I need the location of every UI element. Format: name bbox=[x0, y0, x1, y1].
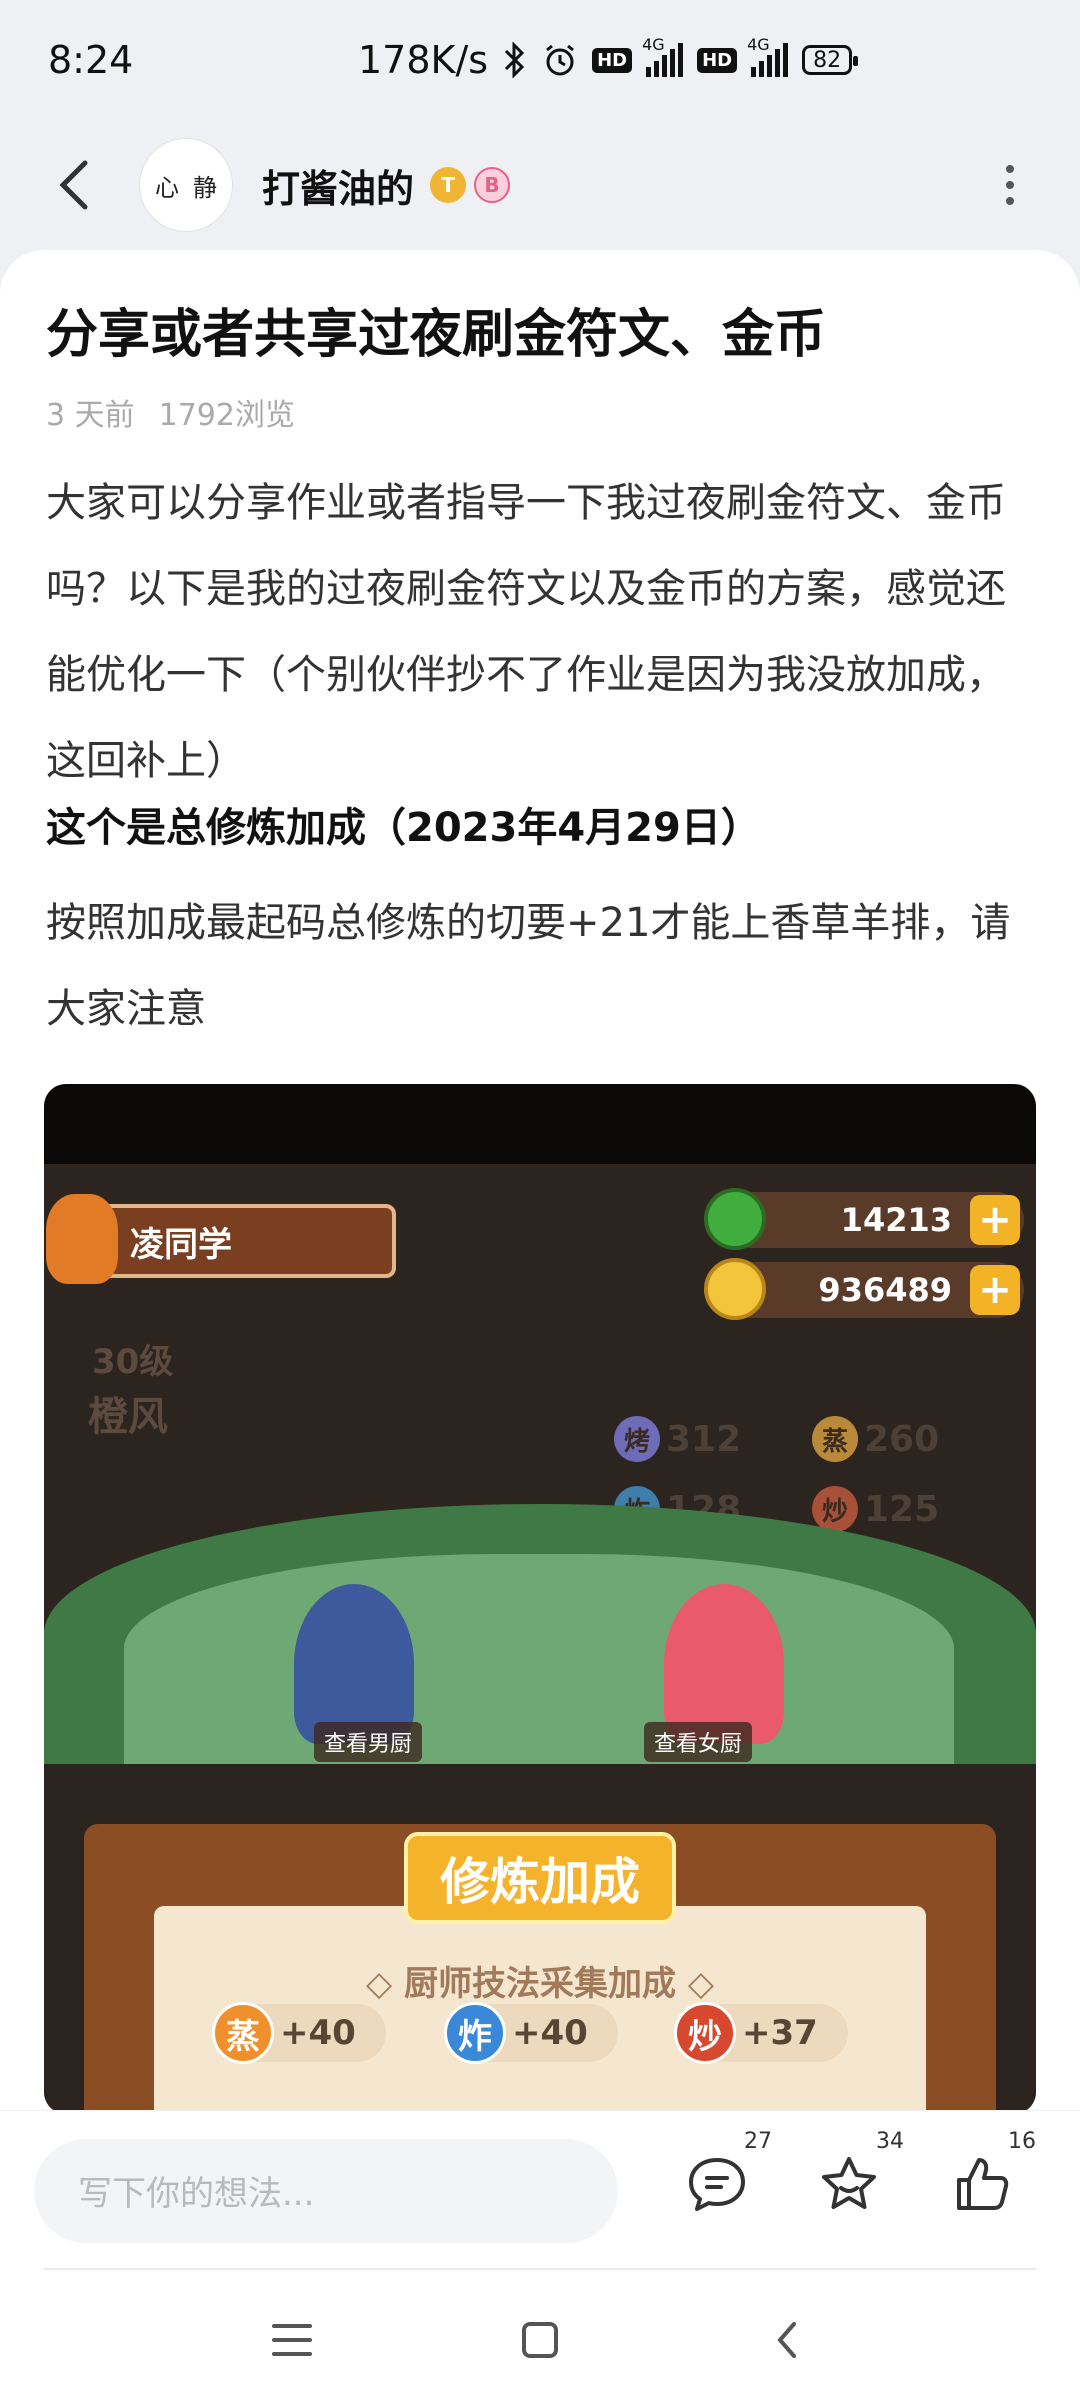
bonus-item: 炸 +40 bbox=[444, 2002, 618, 2064]
hd-badge-2: HD bbox=[697, 47, 738, 73]
back-nav-button[interactable] bbox=[748, 2300, 828, 2380]
level-badge-icon: T bbox=[430, 167, 467, 203]
male-chef-figure bbox=[294, 1584, 414, 1744]
jade-icon bbox=[704, 1188, 766, 1250]
alarm-icon bbox=[542, 42, 578, 78]
add-coin-icon: + bbox=[970, 1265, 1020, 1315]
post-image[interactable]: 凌同学 14213 + 936489 + 30级 橙风 烤 312 蒸 260 … bbox=[44, 1084, 1036, 2110]
char-level: 30级 bbox=[92, 1342, 174, 1382]
bonus-item: 炒 +37 bbox=[674, 2002, 848, 2064]
star-icon bbox=[822, 2157, 876, 2209]
chevron-left-icon bbox=[777, 2322, 796, 2358]
favorite-button[interactable]: 34 bbox=[804, 2129, 904, 2229]
title-badge-icon: B bbox=[474, 167, 511, 203]
coin-counter: 936489 + bbox=[704, 1258, 1024, 1320]
thumbs-up-icon bbox=[957, 2158, 1009, 2210]
signal-icon-2: 4G bbox=[747, 35, 789, 77]
hd-badge: HD bbox=[592, 47, 633, 73]
collect-title: ◇ 厨师技法采集加成 ◇ bbox=[366, 1964, 714, 2004]
more-options-button[interactable] bbox=[980, 150, 1040, 220]
female-chef-figure bbox=[664, 1584, 784, 1744]
fox-avatar-icon bbox=[46, 1194, 118, 1284]
player-name-tag: 凌同学 bbox=[46, 1194, 396, 1284]
skill-stat: 蒸 260 bbox=[812, 1416, 939, 1462]
battery-icon: 82 bbox=[802, 45, 859, 75]
comment-icon bbox=[689, 2158, 745, 2211]
comments-count: 27 bbox=[744, 2129, 772, 2154]
post-card: 分享或者共享过夜刷金符文、金币 3 天前 1792浏览 大家可以分享作业或者指导… bbox=[0, 250, 1080, 2110]
post-time: 3 天前 bbox=[46, 398, 135, 433]
square-icon bbox=[522, 2322, 558, 2358]
back-button[interactable] bbox=[40, 150, 110, 220]
avatar[interactable]: 心 静 bbox=[140, 139, 232, 231]
view-female-chef-button: 查看女厨 bbox=[644, 1722, 753, 1762]
signal-icon: 4G bbox=[642, 35, 684, 77]
chevron-left-icon bbox=[59, 160, 88, 210]
add-jade-icon: + bbox=[970, 1195, 1020, 1245]
coin-icon bbox=[704, 1258, 766, 1320]
post-note: 按照加成最起码总修炼的切要+21才能上香草羊排，请大家注意 bbox=[46, 900, 1011, 1032]
system-nav-bar bbox=[0, 2270, 1080, 2400]
net-speed: 178K/s bbox=[358, 38, 489, 82]
hills-foreground bbox=[124, 1554, 954, 1764]
menu-icon bbox=[272, 2324, 312, 2356]
likes-count: 16 bbox=[1008, 2129, 1036, 2154]
author-name[interactable]: 打酱油的 bbox=[262, 158, 414, 213]
char-name: 橙风 bbox=[88, 1394, 168, 1440]
jade-counter: 14213 + bbox=[704, 1188, 1024, 1250]
post-meta: 3 天前 1792浏览 bbox=[46, 390, 295, 434]
post-subtitle: 这个是总修炼加成（2023年4月29日） bbox=[46, 805, 761, 851]
status-icons: 178K/s HD 4G HD 4G 82 bbox=[358, 35, 859, 82]
post-body: 大家可以分享作业或者指导一下我过夜刷金符文、金币吗？以下是我的过夜刷金符文以及金… bbox=[46, 480, 1006, 784]
favorites-count: 34 bbox=[876, 2129, 904, 2154]
bluetooth-icon bbox=[502, 42, 528, 78]
view-male-chef-button: 查看男厨 bbox=[314, 1722, 423, 1762]
status-time: 8:24 bbox=[48, 38, 134, 82]
post-views: 1792浏览 bbox=[158, 398, 295, 433]
bonus-item: 蒸 +40 bbox=[212, 2002, 386, 2064]
post-title: 分享或者共享过夜刷金符文、金币 bbox=[46, 305, 827, 365]
status-bar: 8:24 178K/s HD 4G HD 4G 82 bbox=[0, 0, 1080, 120]
recent-apps-button[interactable] bbox=[252, 2300, 332, 2380]
post-header: 心 静 打酱油的 T B bbox=[0, 120, 1080, 250]
comment-input[interactable]: 写下你的想法... bbox=[34, 2138, 618, 2243]
comments-button[interactable]: 27 bbox=[672, 2129, 772, 2229]
bonus-title: 修炼加成 bbox=[404, 1832, 676, 1924]
skill-stat: 烤 312 bbox=[614, 1416, 741, 1462]
comment-bar: 写下你的想法... 27 34 16 bbox=[0, 2110, 1080, 2270]
home-button[interactable] bbox=[500, 2300, 580, 2380]
skill-stat: 炒 125 bbox=[812, 1486, 939, 1532]
like-button[interactable]: 16 bbox=[936, 2129, 1036, 2229]
